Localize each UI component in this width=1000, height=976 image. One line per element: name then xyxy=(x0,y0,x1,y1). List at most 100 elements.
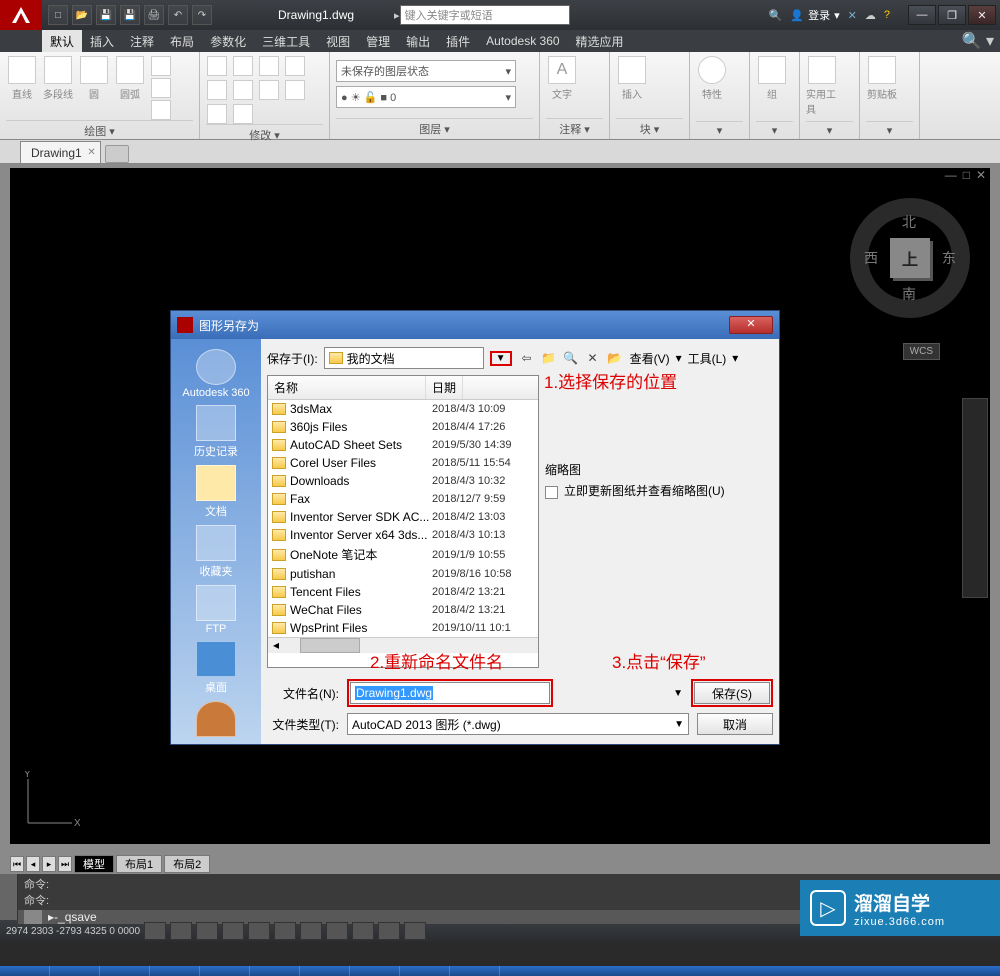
layout-nav-first[interactable]: ⏮ xyxy=(10,856,24,872)
ribbon-tab[interactable]: 布局 xyxy=(162,30,202,52)
qat-open-icon[interactable]: 📂 xyxy=(72,5,92,25)
dialog-titlebar[interactable]: 图形另存为 ✕ xyxy=(171,311,779,339)
layer-state-combo[interactable]: 未保存的图层状态▾ xyxy=(336,60,516,82)
view-menu[interactable]: 查看(V) xyxy=(630,350,670,367)
ribbon-group-label[interactable]: 块 ▾ xyxy=(616,118,683,139)
tool-modify[interactable] xyxy=(232,80,254,100)
viewport-minimize-icon[interactable]: — xyxy=(945,168,957,182)
ribbon-tab[interactable]: 注释 xyxy=(122,30,162,52)
command-handle[interactable] xyxy=(0,874,18,920)
tool-insert[interactable]: 插入 xyxy=(616,56,648,118)
file-row[interactable]: AutoCAD Sheet Sets2019/5/30 14:39 xyxy=(268,436,538,454)
ribbon-tab[interactable]: 视图 xyxy=(318,30,358,52)
filetype-combo[interactable]: AutoCAD 2013 图形 (*.dwg)▼ xyxy=(347,713,689,735)
save-button[interactable]: 保存(S) xyxy=(694,682,770,704)
tool-modify[interactable] xyxy=(206,104,228,124)
close-button[interactable]: ✕ xyxy=(968,5,996,25)
file-row[interactable]: WpsPrint Files2019/10/11 10:1 xyxy=(268,619,538,637)
place-documents[interactable]: 文档 xyxy=(181,465,251,519)
ribbon-tab[interactable]: 插件 xyxy=(438,30,478,52)
column-date[interactable]: 日期 xyxy=(426,376,463,399)
nav-newfolder-icon[interactable]: 📂 xyxy=(606,349,624,367)
file-row[interactable]: 3dsMax2018/4/3 10:09 xyxy=(268,400,538,418)
place-favorites[interactable]: 收藏夹 xyxy=(181,525,251,579)
login-button[interactable]: 👤 登录 ▾ xyxy=(790,7,839,23)
place-desktop[interactable]: 桌面 xyxy=(181,641,251,695)
file-row[interactable]: Tencent Files2018/4/2 13:21 xyxy=(268,583,538,601)
tool-modify[interactable] xyxy=(284,56,306,76)
new-tab-button[interactable] xyxy=(105,145,129,163)
file-tab[interactable]: Drawing1✕ xyxy=(20,141,101,163)
ribbon-tab[interactable]: 管理 xyxy=(358,30,398,52)
status-toggle[interactable] xyxy=(274,922,296,940)
layout-nav-last[interactable]: ⏭ xyxy=(58,856,72,872)
tool-modify[interactable] xyxy=(258,56,280,76)
tool-modify[interactable] xyxy=(284,80,306,100)
tool-modify[interactable] xyxy=(206,56,228,76)
minimize-button[interactable]: — xyxy=(908,5,936,25)
file-row[interactable]: putishan2019/8/16 10:58 xyxy=(268,565,538,583)
qat-save-icon[interactable]: 💾 xyxy=(96,5,116,25)
layout-nav-next[interactable]: ▸ xyxy=(42,856,56,872)
tool-clipboard[interactable]: 剪贴板 xyxy=(866,56,898,121)
wcs-badge[interactable]: WCS xyxy=(903,343,940,360)
tool-modify[interactable] xyxy=(232,56,254,76)
tool-utilities[interactable]: 实用工具 xyxy=(806,56,838,121)
viewcube-west[interactable]: 西 xyxy=(864,248,878,268)
help-icon[interactable]: ? xyxy=(884,9,890,21)
file-row[interactable]: Corel User Files2018/5/11 15:54 xyxy=(268,454,538,472)
layout-tab-model[interactable]: 模型 xyxy=(74,855,114,873)
save-in-combo[interactable]: 我的文档 xyxy=(324,347,484,369)
status-toggle[interactable] xyxy=(404,922,426,940)
nav-back-icon[interactable]: ⇦ xyxy=(518,349,536,367)
ribbon-tab[interactable]: 三维工具 xyxy=(254,30,318,52)
tool-arc[interactable]: 圆弧 xyxy=(114,56,146,120)
close-icon[interactable]: ✕ xyxy=(87,147,95,158)
tool-draw-small[interactable] xyxy=(150,56,172,76)
file-row[interactable]: Inventor Server x64 3ds...2018/4/3 10:13 xyxy=(268,526,538,544)
file-row[interactable]: Inventor Server SDK AC...2018/4/2 13:03 xyxy=(268,508,538,526)
status-toggle[interactable] xyxy=(170,922,192,940)
tool-text[interactable]: A文字 xyxy=(546,56,578,118)
viewcube-north[interactable]: 北 xyxy=(902,212,916,232)
ribbon-tab[interactable]: 参数化 xyxy=(202,30,254,52)
tool-line[interactable]: 直线 xyxy=(6,56,38,120)
layout-nav-prev[interactable]: ◂ xyxy=(26,856,40,872)
file-row[interactable]: Downloads2018/4/3 10:32 xyxy=(268,472,538,490)
status-toggle[interactable] xyxy=(144,922,166,940)
cancel-button[interactable]: 取消 xyxy=(697,713,773,735)
place-autodesk360[interactable]: Autodesk 360 xyxy=(181,349,251,399)
place-history[interactable]: 历史记录 xyxy=(181,405,251,459)
ribbon-tab[interactable]: 精选应用 xyxy=(568,30,632,52)
ribbon-group-label[interactable]: 图层 ▾ xyxy=(336,118,533,139)
help-search-input[interactable]: 键入关键字或短语 xyxy=(400,5,570,25)
viewcube-south[interactable]: 南 xyxy=(902,284,916,304)
ribbon-tab[interactable]: Autodesk 360 xyxy=(478,30,567,52)
viewcube-east[interactable]: 东 xyxy=(942,248,956,268)
tool-polyline[interactable]: 多段线 xyxy=(42,56,74,120)
ribbon-group-label[interactable]: 注释 ▾ xyxy=(546,118,603,139)
status-toggle[interactable] xyxy=(352,922,374,940)
ribbon-tab[interactable]: 输出 xyxy=(398,30,438,52)
qat-undo-icon[interactable]: ↶ xyxy=(168,5,188,25)
status-toggle[interactable] xyxy=(326,922,348,940)
dialog-close-button[interactable]: ✕ xyxy=(729,316,773,334)
file-row[interactable]: WeChat Files2018/4/2 13:21 xyxy=(268,601,538,619)
qat-print-icon[interactable]: 🖨 xyxy=(144,5,164,25)
filename-input[interactable]: Drawing1.dwg xyxy=(350,682,550,704)
status-toggle[interactable] xyxy=(378,922,400,940)
ribbon-tab[interactable]: 插入 xyxy=(82,30,122,52)
binoculars-icon[interactable]: 🔍 xyxy=(769,9,783,22)
status-toggle[interactable] xyxy=(300,922,322,940)
status-toggle[interactable] xyxy=(248,922,270,940)
ribbon-group-label[interactable]: 修改 ▾ xyxy=(206,124,323,145)
viewport-close-icon[interactable]: ✕ xyxy=(976,168,986,182)
tool-modify[interactable] xyxy=(258,80,280,100)
file-list[interactable]: 名称 日期 3dsMax2018/4/3 10:09360js Files201… xyxy=(267,375,539,668)
qat-redo-icon[interactable]: ↷ xyxy=(192,5,212,25)
ribbon-tab-default[interactable]: 默认 xyxy=(42,30,82,52)
viewport-restore-icon[interactable]: □ xyxy=(963,168,970,182)
tool-modify[interactable] xyxy=(232,104,254,124)
nav-delete-icon[interactable]: ✕ xyxy=(584,349,602,367)
column-name[interactable]: 名称 xyxy=(268,376,426,399)
